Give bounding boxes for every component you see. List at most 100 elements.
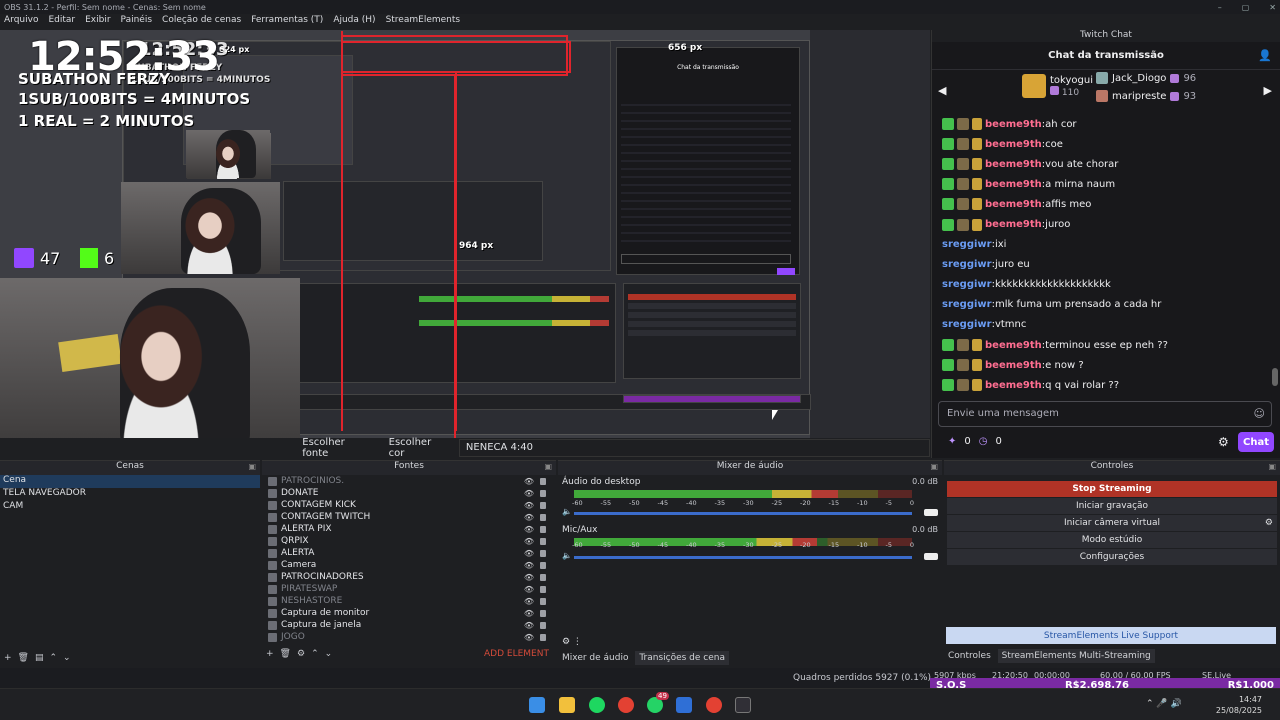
dock-float-icon[interactable]: ▣ (248, 462, 256, 471)
chat-username[interactable]: beeme9th (985, 340, 1042, 351)
channel-points-icon[interactable]: ✦ (948, 436, 956, 447)
settings-button[interactable]: Configurações (947, 549, 1277, 566)
chat-username[interactable]: beeme9th (985, 139, 1042, 150)
menu-edit[interactable]: Editar (48, 15, 75, 29)
remove-icon[interactable]: 🗑 (18, 653, 29, 663)
speaker-icon[interactable]: 🔈 (562, 551, 572, 560)
chat-username[interactable]: beeme9th (985, 119, 1042, 130)
tab-multistreaming[interactable]: StreamElements Multi-Streaming (997, 649, 1155, 663)
scene-item[interactable]: CAM (0, 501, 260, 514)
streamelements-support-button[interactable]: StreamElements Live Support (946, 627, 1276, 644)
add-icon[interactable]: + (4, 653, 12, 663)
chat-messages[interactable]: beeme9th: ah cor beeme9th: coe beeme9th: v… (942, 114, 1272, 395)
source-item[interactable]: ALERTA 👁 (262, 547, 556, 559)
dock-float-icon[interactable]: ▣ (544, 462, 552, 471)
source-item[interactable]: DONATE 👁 (262, 487, 556, 499)
chat-username[interactable]: sreggiwr (942, 239, 992, 250)
visibility-eye-icon[interactable]: 👁 (524, 477, 534, 486)
chat-username[interactable]: beeme9th (985, 199, 1042, 210)
source-item[interactable]: Camera 👁 (262, 559, 556, 571)
chat-username[interactable]: sreggiwr (942, 279, 992, 290)
lock-icon[interactable] (540, 513, 546, 521)
speaker-icon[interactable]: 🔈 (562, 507, 572, 516)
lock-icon[interactable] (540, 585, 546, 593)
lock-icon[interactable] (540, 597, 546, 605)
visibility-eye-icon[interactable]: 👁 (524, 609, 534, 618)
scene-item[interactable]: Cena (0, 475, 260, 488)
visibility-eye-icon[interactable]: 👁 (524, 501, 534, 510)
obs-icon[interactable] (735, 697, 751, 713)
desktop-volume-slider[interactable] (574, 512, 912, 515)
dock-float-icon[interactable]: ▣ (930, 462, 938, 471)
settings-gear-icon[interactable]: ⚙ (297, 649, 305, 659)
chrome-icon[interactable] (618, 697, 634, 713)
chat-input[interactable]: Envie uma mensagem ☺ (938, 401, 1272, 427)
chat-send-button[interactable]: Chat (1238, 432, 1274, 452)
visibility-eye-icon[interactable]: 👁 (524, 489, 534, 498)
source-item[interactable]: QRPIX 👁 (262, 535, 556, 547)
source-item[interactable]: CONTAGEM KICK 👁 (262, 499, 556, 511)
source-item[interactable]: ALERTA PIX 👁 (262, 523, 556, 535)
visibility-eye-icon[interactable]: 👁 (524, 537, 534, 546)
chat-username[interactable]: beeme9th (985, 360, 1042, 371)
mic-volume-slider[interactable] (574, 556, 912, 559)
chat-username[interactable]: sreggiwr (942, 259, 992, 270)
menu-view[interactable]: Exibir (85, 15, 110, 29)
stop-streaming-button[interactable]: Stop Streaming (947, 481, 1277, 498)
source-item[interactable]: Captura de janela 👁 (262, 619, 556, 631)
shield-icon[interactable] (676, 697, 692, 713)
visibility-eye-icon[interactable]: 👁 (524, 561, 534, 570)
visibility-eye-icon[interactable]: 👁 (524, 585, 534, 594)
start-virtual-camera-button[interactable]: Iniciar câmera virtual ⚙ (947, 515, 1277, 532)
move-up-icon[interactable]: ⌃ (50, 653, 58, 663)
move-down-icon[interactable]: ⌄ (63, 653, 71, 663)
users-icon[interactable]: 👤 (1258, 49, 1272, 62)
chat-username[interactable]: sreggiwr (942, 319, 992, 330)
lock-icon[interactable] (540, 633, 546, 641)
choose-color-button[interactable]: Escolher cor (381, 437, 457, 459)
move-up-icon[interactable]: ⌃ (311, 649, 319, 659)
emote-icon[interactable]: ☺ (1254, 407, 1265, 420)
lock-icon[interactable] (540, 477, 546, 485)
source-item[interactable]: NESHASTORE 👁 (262, 595, 556, 607)
choose-font-button[interactable]: Escolher fonte (294, 437, 380, 459)
source-item[interactable]: JOGO 👁 (262, 631, 556, 643)
visibility-eye-icon[interactable]: 👁 (524, 633, 534, 642)
timer-icon[interactable]: ◷ (979, 436, 988, 447)
browser-icon[interactable] (706, 697, 722, 713)
settings-gear-icon[interactable]: ⚙ (1218, 435, 1229, 449)
volume-handle[interactable] (924, 553, 938, 560)
spotify-icon[interactable] (589, 697, 605, 713)
chevron-left-icon[interactable]: ◀ (938, 84, 946, 97)
source-item[interactable]: CONTAGEM TWITCH 👁 (262, 511, 556, 523)
dock-float-icon[interactable]: ▣ (1268, 462, 1276, 471)
scene-item[interactable]: TELA NAVEGADOR (0, 488, 260, 501)
menu-help[interactable]: Ajuda (H) (333, 15, 375, 29)
lock-icon[interactable] (540, 561, 546, 569)
add-element-button[interactable]: ADD ELEMENT (484, 649, 549, 659)
menu-scene-collection[interactable]: Coleção de cenas (162, 15, 241, 29)
source-name-field[interactable]: NENECA 4:40 (458, 439, 930, 457)
close-icon[interactable]: ✕ (1269, 3, 1276, 12)
volume-handle[interactable] (924, 509, 938, 516)
chat-username[interactable]: beeme9th (985, 179, 1042, 190)
visibility-eye-icon[interactable]: 👁 (524, 525, 534, 534)
move-down-icon[interactable]: ⌄ (325, 649, 333, 659)
menu-docks[interactable]: Painéis (121, 15, 152, 29)
source-item[interactable]: PIRATESWAP 👁 (262, 583, 556, 595)
lock-icon[interactable] (540, 501, 546, 509)
menu-tools[interactable]: Ferramentas (T) (251, 15, 323, 29)
minimize-icon[interactable]: – (1218, 3, 1222, 12)
remove-icon[interactable]: 🗑 (280, 649, 291, 659)
lock-icon[interactable] (540, 537, 546, 545)
settings-gear-icon[interactable]: ⚙ (1265, 518, 1273, 528)
start-windows-icon[interactable] (529, 697, 545, 713)
tab-audio-mixer[interactable]: Mixer de áudio (558, 651, 632, 665)
add-icon[interactable]: + (266, 649, 274, 659)
filter-icon[interactable]: ▤ (35, 653, 44, 663)
visibility-eye-icon[interactable]: 👁 (524, 597, 534, 606)
chat-username[interactable]: beeme9th (985, 159, 1042, 170)
source-item[interactable]: PATROCINADORES 👁 (262, 571, 556, 583)
maximize-icon[interactable]: ▢ (1242, 3, 1250, 12)
chat-username[interactable]: sreggiwr (942, 299, 992, 310)
